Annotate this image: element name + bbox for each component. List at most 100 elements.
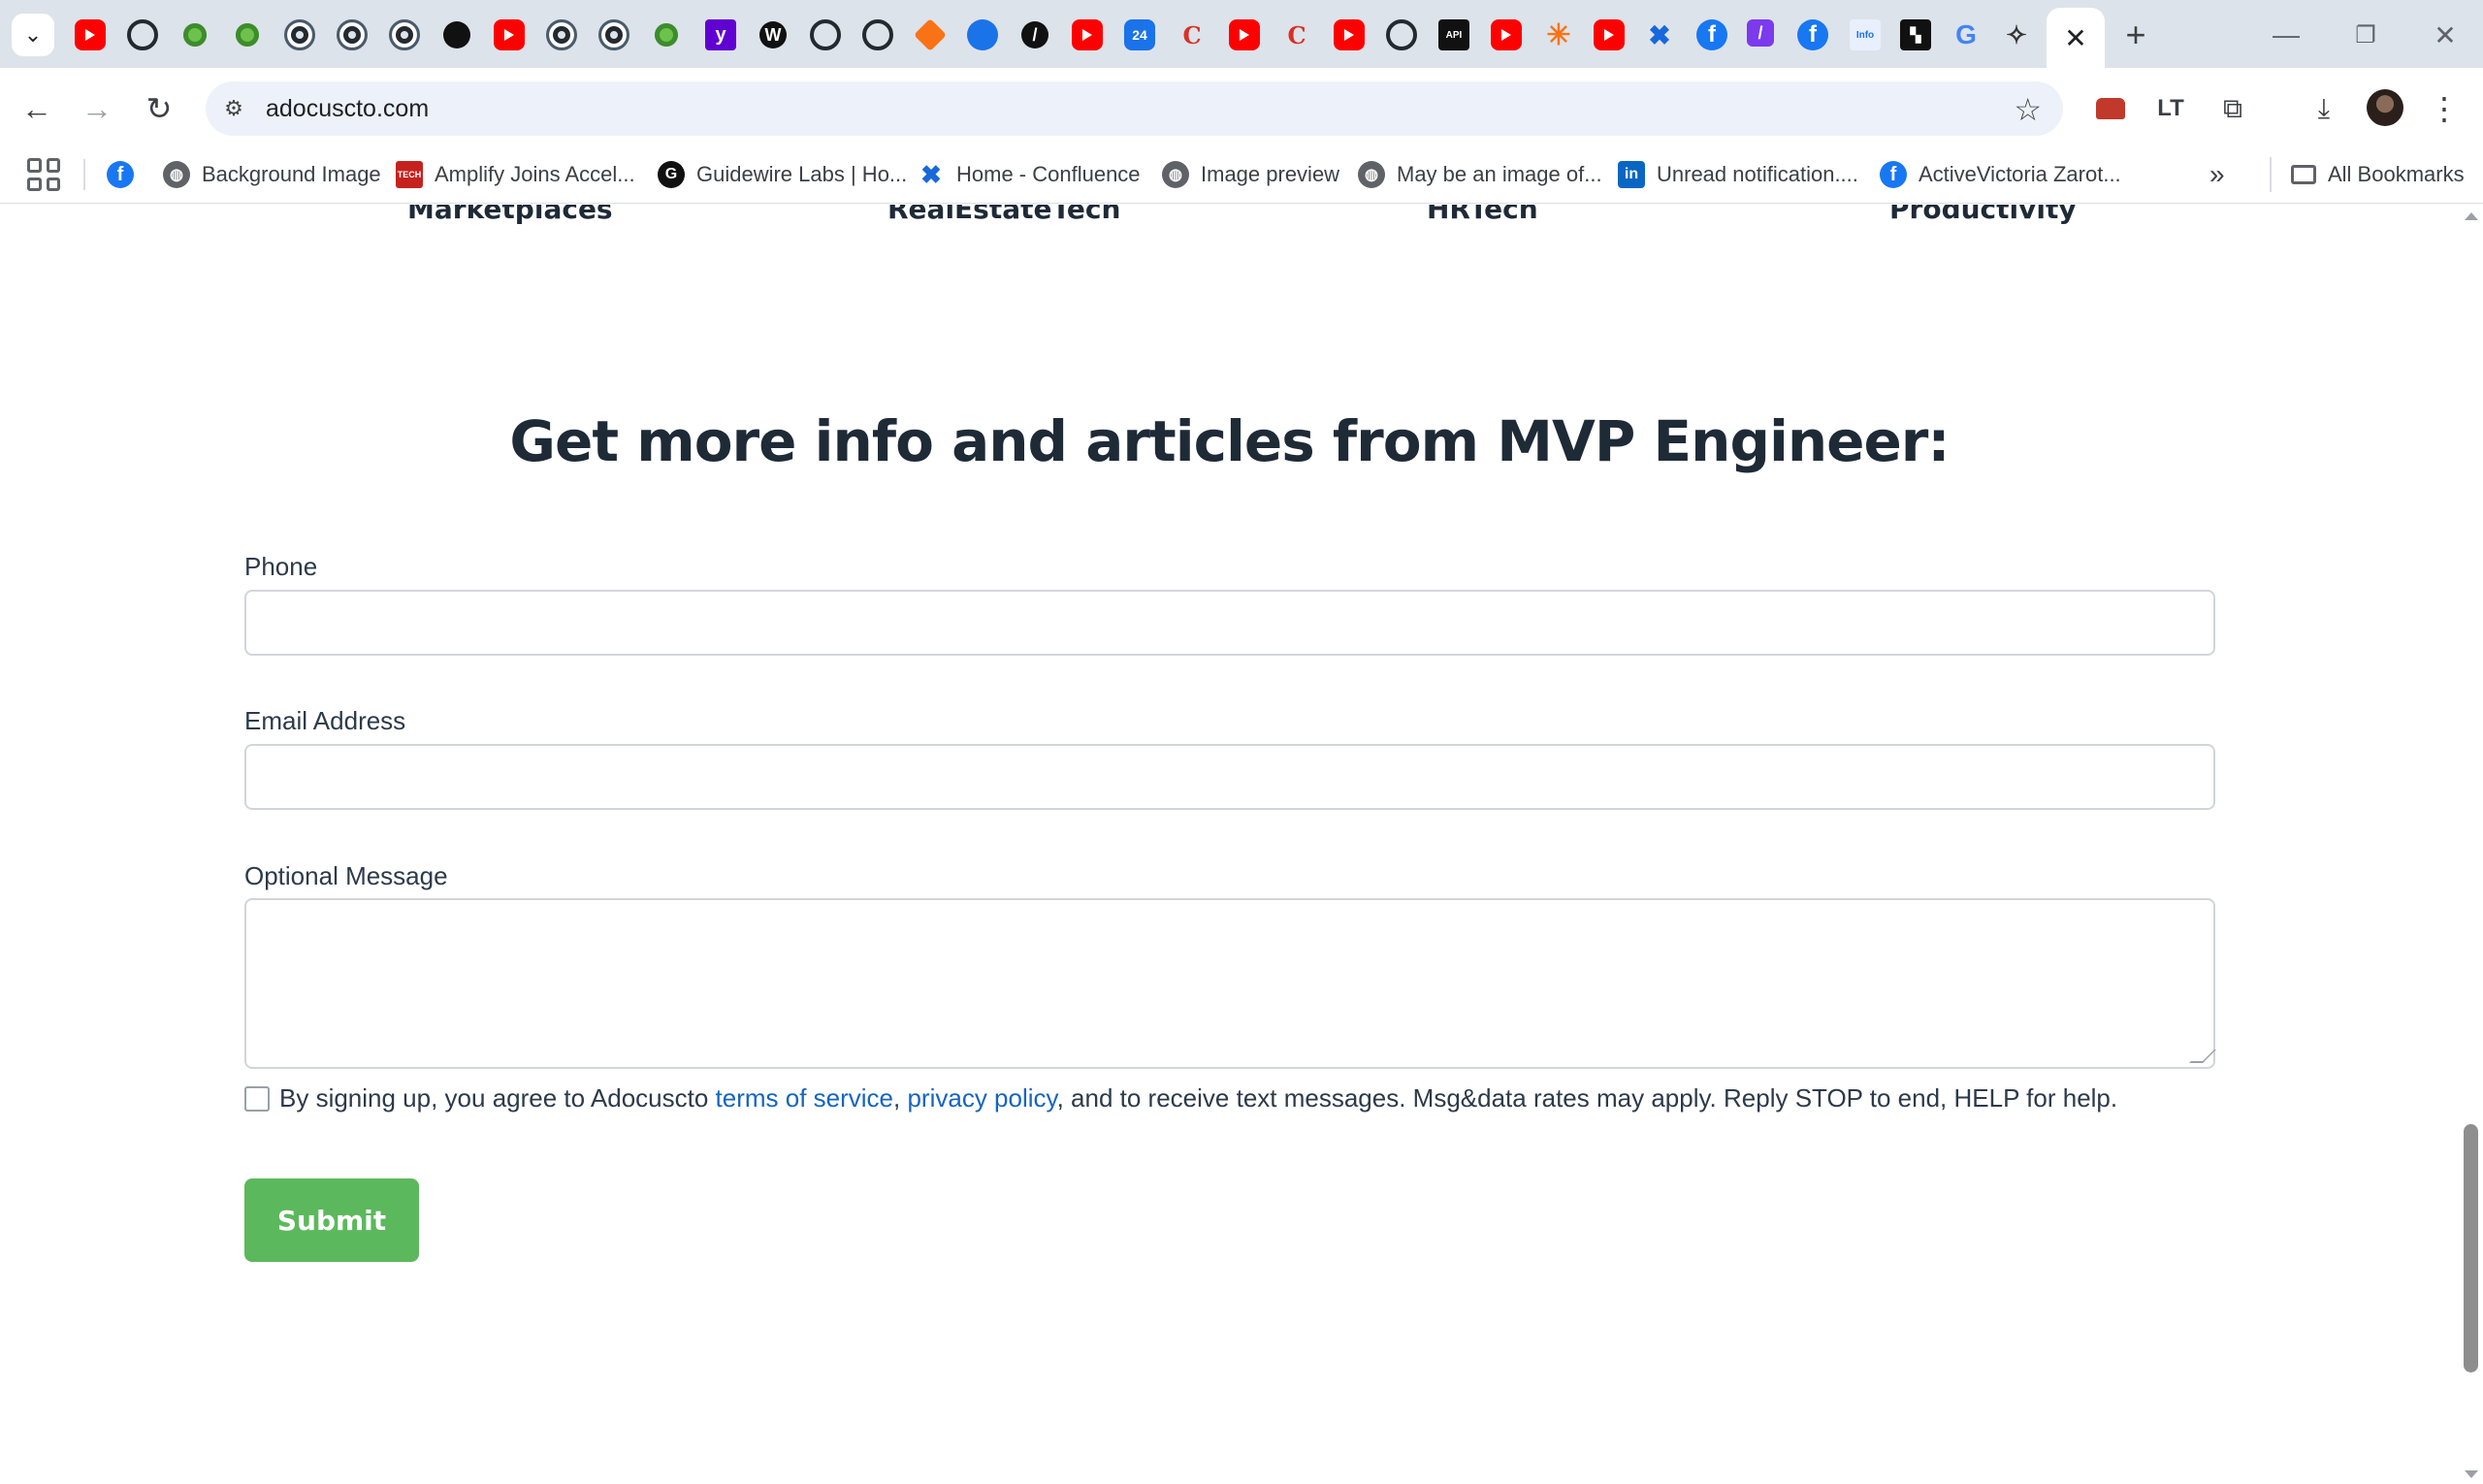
info-icon[interactable]: Info xyxy=(1850,19,1881,50)
profile-avatar[interactable] xyxy=(2367,89,2403,126)
github-icon[interactable] xyxy=(337,19,368,50)
bookmark-item[interactable]: ◍ May be an image of... xyxy=(1358,157,1602,192)
industry-productivity: Productivity xyxy=(1889,205,2077,225)
terms-of-service-link[interactable]: terms of service xyxy=(716,1083,894,1113)
download-icon[interactable]: ⤓ xyxy=(2301,85,2347,132)
youtube-icon[interactable] xyxy=(1594,19,1625,50)
openai-icon[interactable] xyxy=(443,21,470,48)
consent-row: By signing up, you agree to Adocuscto te… xyxy=(244,1083,2117,1113)
back-button[interactable]: ← xyxy=(16,87,58,130)
tab-search-button[interactable]: ⌄ xyxy=(12,14,54,56)
bookmark-label: Image preview xyxy=(1201,162,1340,186)
menu-kebab-icon[interactable]: ⋮ xyxy=(2421,85,2467,132)
close-tab-icon[interactable]: ✕ xyxy=(2064,22,2086,54)
api-icon[interactable]: API xyxy=(1438,19,1469,50)
facebook-icon[interactable]: f xyxy=(1696,19,1727,50)
minimize-button[interactable]: — xyxy=(2252,14,2320,56)
message-textarea[interactable] xyxy=(244,898,2215,1069)
browser-toolbar: ← → ↻ ⚙ adocuscto.com ☆ LT ⧉ ⤓ ⋮ xyxy=(0,68,2483,145)
spring-icon[interactable] xyxy=(232,19,263,50)
phone-input[interactable] xyxy=(244,590,2215,656)
youtube-icon[interactable] xyxy=(1334,19,1365,50)
github-icon[interactable] xyxy=(127,19,158,50)
github-icon[interactable] xyxy=(284,19,315,50)
youtube-icon[interactable] xyxy=(1229,19,1260,50)
languagetool-icon[interactable]: LT xyxy=(2147,85,2194,132)
close-window-button[interactable]: ✕ xyxy=(2411,14,2479,56)
industry-realestatetech: RealEstateTech xyxy=(887,205,1121,225)
address-bar[interactable]: ⚙ adocuscto.com ☆ xyxy=(206,81,2063,136)
facebook-icon[interactable]: f xyxy=(1797,19,1828,50)
salesforce-icon[interactable] xyxy=(967,19,998,50)
submit-button[interactable]: Submit xyxy=(244,1178,419,1262)
bookmark-label: Background Image xyxy=(202,162,381,186)
c-icon[interactable]: C xyxy=(1281,19,1312,50)
arrow-right-icon: → xyxy=(81,90,113,126)
sparkle-icon[interactable]: ✧ xyxy=(2001,19,2032,50)
slash-icon[interactable]: / xyxy=(1747,19,1774,47)
github-icon[interactable] xyxy=(862,19,893,50)
youtube-icon[interactable] xyxy=(494,19,525,50)
bookmark-item[interactable]: TECH Amplify Joins Accel... xyxy=(396,157,635,192)
yahoo-icon[interactable]: y xyxy=(705,19,736,50)
bookmark-item[interactable]: in Unread notification.... xyxy=(1618,157,1858,192)
spring-icon[interactable] xyxy=(651,19,682,50)
scrollbar-thumb[interactable] xyxy=(2464,1124,2478,1372)
consent-comma: , xyxy=(893,1083,908,1113)
bookmarks-overflow-button[interactable]: » xyxy=(2209,157,2225,192)
apps-grid-icon[interactable] xyxy=(27,158,60,191)
globe-icon: ◍ xyxy=(1358,161,1385,188)
asterisk-icon[interactable]: ✳ xyxy=(1543,19,1574,51)
extensions-puzzle-icon[interactable]: ⧉ xyxy=(2209,85,2256,132)
bookmark-item[interactable]: G Guidewire Labs | Ho... xyxy=(658,157,907,192)
youtube-icon[interactable] xyxy=(75,19,106,50)
reload-button[interactable]: ↻ xyxy=(138,87,180,130)
new-tab-button[interactable]: + xyxy=(2114,14,2157,56)
bookmark-item[interactable]: ◍ Image preview xyxy=(1162,157,1339,192)
youtube-icon[interactable] xyxy=(1072,19,1103,50)
github-icon[interactable] xyxy=(389,19,420,50)
bookmark-item[interactable]: ◍ Background Image xyxy=(163,157,381,192)
cube-icon[interactable] xyxy=(914,18,947,51)
slash-icon[interactable]: / xyxy=(1021,21,1048,48)
calendar-icon[interactable]: 24 xyxy=(1124,19,1155,50)
bookmark-label: ActiveVictoria Zarot... xyxy=(1919,162,2121,186)
spring-icon[interactable] xyxy=(179,19,210,50)
restore-button[interactable]: ❐ xyxy=(2332,14,2400,56)
confluence-icon[interactable]: ✖ xyxy=(1644,19,1675,50)
bookmark-item[interactable]: f xyxy=(107,157,134,192)
email-input[interactable] xyxy=(244,744,2215,810)
bookmark-item[interactable]: ✖ Home - Confluence xyxy=(918,157,1140,192)
privacy-policy-link[interactable]: privacy policy xyxy=(907,1083,1056,1113)
reload-icon: ↻ xyxy=(145,91,173,126)
github-icon[interactable] xyxy=(1386,19,1417,50)
arrow-left-icon: ← xyxy=(21,90,52,126)
industry-marketplaces: Marketplaces xyxy=(407,205,613,225)
industry-hrtech: HRTech xyxy=(1427,205,1538,225)
dark-icon[interactable]: ▚ xyxy=(1900,19,1931,50)
all-bookmarks-button[interactable]: All Bookmarks xyxy=(2270,157,2465,192)
forward-button[interactable]: → xyxy=(76,87,118,130)
scroll-down-arrow-icon[interactable] xyxy=(2465,1470,2478,1478)
github-icon[interactable] xyxy=(810,19,841,50)
github-icon[interactable] xyxy=(598,19,629,50)
page-scrollbar[interactable] xyxy=(2459,205,2483,1484)
scroll-up-arrow-icon[interactable] xyxy=(2465,212,2478,220)
bookmark-star-icon[interactable]: ☆ xyxy=(2014,91,2042,128)
github-icon[interactable] xyxy=(546,19,577,50)
active-tab[interactable]: ✕ xyxy=(2047,8,2105,68)
url-text[interactable]: adocuscto.com xyxy=(266,95,429,123)
extension-car-icon[interactable] xyxy=(2087,85,2134,132)
site-info-icon[interactable]: ⚙ xyxy=(219,94,248,123)
phone-label: Phone xyxy=(244,552,318,581)
wordpress-icon[interactable]: W xyxy=(759,21,787,48)
youtube-icon[interactable] xyxy=(1491,19,1522,50)
facebook-icon: f xyxy=(107,161,134,188)
linkedin-icon: in xyxy=(1618,161,1645,188)
consent-checkbox[interactable] xyxy=(244,1085,270,1112)
globe-icon: ◍ xyxy=(1162,161,1189,188)
c-icon[interactable]: C xyxy=(1177,19,1208,50)
google-icon[interactable]: G xyxy=(1951,19,1982,50)
consent-text: By signing up, you agree to Adocuscto te… xyxy=(279,1083,2117,1113)
bookmark-item[interactable]: f ActiveVictoria Zarot... xyxy=(1880,157,2121,192)
